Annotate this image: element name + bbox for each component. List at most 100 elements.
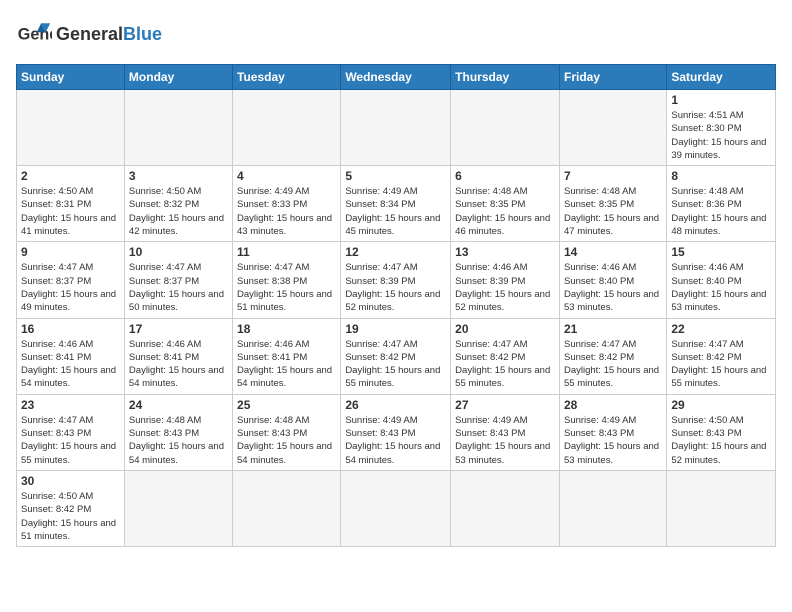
calendar-cell: 4 Sunrise: 4:49 AM Sunset: 8:33 PM Daylig… bbox=[233, 166, 341, 242]
calendar-cell: 16 Sunrise: 4:46 AM Sunset: 8:41 PM Dayli… bbox=[17, 318, 125, 394]
day-info: Sunrise: 4:49 AM Sunset: 8:43 PM Dayligh… bbox=[564, 414, 662, 467]
day-info: Sunrise: 4:46 AM Sunset: 8:41 PM Dayligh… bbox=[237, 338, 336, 391]
day-number: 13 bbox=[455, 245, 555, 259]
calendar-cell: 19 Sunrise: 4:47 AM Sunset: 8:42 PM Dayli… bbox=[341, 318, 451, 394]
day-header-saturday: Saturday bbox=[667, 65, 776, 90]
day-number: 28 bbox=[564, 398, 662, 412]
day-info: Sunrise: 4:48 AM Sunset: 8:36 PM Dayligh… bbox=[671, 185, 771, 238]
day-number: 17 bbox=[129, 322, 228, 336]
day-info: Sunrise: 4:46 AM Sunset: 8:39 PM Dayligh… bbox=[455, 261, 555, 314]
calendar-cell: 10 Sunrise: 4:47 AM Sunset: 8:37 PM Dayli… bbox=[124, 242, 232, 318]
calendar-cell: 29 Sunrise: 4:50 AM Sunset: 8:43 PM Dayli… bbox=[667, 394, 776, 470]
day-number: 27 bbox=[455, 398, 555, 412]
calendar-cell: 3 Sunrise: 4:50 AM Sunset: 8:32 PM Daylig… bbox=[124, 166, 232, 242]
calendar-cell bbox=[124, 90, 232, 166]
day-number: 3 bbox=[129, 169, 228, 183]
calendar-cell: 2 Sunrise: 4:50 AM Sunset: 8:31 PM Daylig… bbox=[17, 166, 125, 242]
day-number: 14 bbox=[564, 245, 662, 259]
day-header-thursday: Thursday bbox=[451, 65, 560, 90]
calendar-cell bbox=[451, 90, 560, 166]
day-info: Sunrise: 4:47 AM Sunset: 8:38 PM Dayligh… bbox=[237, 261, 336, 314]
day-number: 22 bbox=[671, 322, 771, 336]
day-header-row: SundayMondayTuesdayWednesdayThursdayFrid… bbox=[17, 65, 776, 90]
calendar-cell: 9 Sunrise: 4:47 AM Sunset: 8:37 PM Daylig… bbox=[17, 242, 125, 318]
calendar-cell: 12Sunrise: 4:47 AM Sunset: 8:39 PM Dayli… bbox=[341, 242, 451, 318]
calendar: SundayMondayTuesdayWednesdayThursdayFrid… bbox=[16, 64, 776, 547]
calendar-cell: 27 Sunrise: 4:49 AM Sunset: 8:43 PM Dayli… bbox=[451, 394, 560, 470]
day-header-wednesday: Wednesday bbox=[341, 65, 451, 90]
day-number: 29 bbox=[671, 398, 771, 412]
week-row-4: 16 Sunrise: 4:46 AM Sunset: 8:41 PM Dayli… bbox=[17, 318, 776, 394]
day-number: 4 bbox=[237, 169, 336, 183]
calendar-cell bbox=[341, 90, 451, 166]
calendar-cell bbox=[559, 90, 666, 166]
day-header-monday: Monday bbox=[124, 65, 232, 90]
day-number: 23 bbox=[21, 398, 120, 412]
day-number: 20 bbox=[455, 322, 555, 336]
day-info: Sunrise: 4:50 AM Sunset: 8:32 PM Dayligh… bbox=[129, 185, 228, 238]
day-info: Sunrise: 4:48 AM Sunset: 8:35 PM Dayligh… bbox=[455, 185, 555, 238]
calendar-cell bbox=[233, 90, 341, 166]
logo-icon: General bbox=[16, 16, 52, 52]
day-header-sunday: Sunday bbox=[17, 65, 125, 90]
day-number: 24 bbox=[129, 398, 228, 412]
week-row-2: 2 Sunrise: 4:50 AM Sunset: 8:31 PM Daylig… bbox=[17, 166, 776, 242]
calendar-cell: 6 Sunrise: 4:48 AM Sunset: 8:35 PM Daylig… bbox=[451, 166, 560, 242]
day-number: 26 bbox=[345, 398, 446, 412]
calendar-cell: 8 Sunrise: 4:48 AM Sunset: 8:36 PM Daylig… bbox=[667, 166, 776, 242]
day-number: 30 bbox=[21, 474, 120, 488]
calendar-cell: 22 Sunrise: 4:47 AM Sunset: 8:42 PM Dayli… bbox=[667, 318, 776, 394]
day-info: Sunrise: 4:47 AM Sunset: 8:42 PM Dayligh… bbox=[671, 338, 771, 391]
day-info: Sunrise: 4:47 AM Sunset: 8:42 PM Dayligh… bbox=[455, 338, 555, 391]
day-info: Sunrise: 4:47 AM Sunset: 8:37 PM Dayligh… bbox=[21, 261, 120, 314]
logo-text: GeneralBlue bbox=[56, 25, 162, 43]
day-info: Sunrise: 4:47 AM Sunset: 8:42 PM Dayligh… bbox=[345, 338, 446, 391]
calendar-cell: 15 Sunrise: 4:46 AM Sunset: 8:40 PM Dayli… bbox=[667, 242, 776, 318]
calendar-cell: 18Sunrise: 4:46 AM Sunset: 8:41 PM Dayli… bbox=[233, 318, 341, 394]
calendar-cell: 25Sunrise: 4:48 AM Sunset: 8:43 PM Dayli… bbox=[233, 394, 341, 470]
day-info: Sunrise: 4:46 AM Sunset: 8:41 PM Dayligh… bbox=[21, 338, 120, 391]
calendar-cell bbox=[559, 470, 666, 546]
header: General GeneralBlue bbox=[16, 16, 776, 52]
day-info: Sunrise: 4:50 AM Sunset: 8:31 PM Dayligh… bbox=[21, 185, 120, 238]
day-number: 12 bbox=[345, 245, 446, 259]
day-number: 19 bbox=[345, 322, 446, 336]
day-info: Sunrise: 4:49 AM Sunset: 8:43 PM Dayligh… bbox=[455, 414, 555, 467]
day-number: 21 bbox=[564, 322, 662, 336]
day-info: Sunrise: 4:47 AM Sunset: 8:37 PM Dayligh… bbox=[129, 261, 228, 314]
calendar-cell: 26 Sunrise: 4:49 AM Sunset: 8:43 PM Dayli… bbox=[341, 394, 451, 470]
day-info: Sunrise: 4:51 AM Sunset: 8:30 PM Dayligh… bbox=[671, 109, 771, 162]
day-info: Sunrise: 4:49 AM Sunset: 8:33 PM Dayligh… bbox=[237, 185, 336, 238]
day-info: Sunrise: 4:48 AM Sunset: 8:43 PM Dayligh… bbox=[237, 414, 336, 467]
calendar-cell: 14 Sunrise: 4:46 AM Sunset: 8:40 PM Dayli… bbox=[559, 242, 666, 318]
day-header-friday: Friday bbox=[559, 65, 666, 90]
day-info: Sunrise: 4:49 AM Sunset: 8:43 PM Dayligh… bbox=[345, 414, 446, 467]
day-info: Sunrise: 4:50 AM Sunset: 8:42 PM Dayligh… bbox=[21, 490, 120, 543]
calendar-cell: 7Sunrise: 4:48 AM Sunset: 8:35 PM Daylig… bbox=[559, 166, 666, 242]
calendar-cell: 24Sunrise: 4:48 AM Sunset: 8:43 PM Dayli… bbox=[124, 394, 232, 470]
calendar-cell: 1 Sunrise: 4:51 AM Sunset: 8:30 PM Daylig… bbox=[667, 90, 776, 166]
calendar-cell: 21Sunrise: 4:47 AM Sunset: 8:42 PM Dayli… bbox=[559, 318, 666, 394]
day-number: 11 bbox=[237, 245, 336, 259]
calendar-cell: 11 Sunrise: 4:47 AM Sunset: 8:38 PM Dayli… bbox=[233, 242, 341, 318]
logo: General GeneralBlue bbox=[16, 16, 162, 52]
day-number: 15 bbox=[671, 245, 771, 259]
calendar-cell: 20 Sunrise: 4:47 AM Sunset: 8:42 PM Dayli… bbox=[451, 318, 560, 394]
calendar-cell: 28 Sunrise: 4:49 AM Sunset: 8:43 PM Dayli… bbox=[559, 394, 666, 470]
day-number: 8 bbox=[671, 169, 771, 183]
day-number: 16 bbox=[21, 322, 120, 336]
week-row-5: 23 Sunrise: 4:47 AM Sunset: 8:43 PM Dayli… bbox=[17, 394, 776, 470]
day-number: 6 bbox=[455, 169, 555, 183]
day-info: Sunrise: 4:50 AM Sunset: 8:43 PM Dayligh… bbox=[671, 414, 771, 467]
day-info: Sunrise: 4:49 AM Sunset: 8:34 PM Dayligh… bbox=[345, 185, 446, 238]
day-info: Sunrise: 4:47 AM Sunset: 8:43 PM Dayligh… bbox=[21, 414, 120, 467]
day-info: Sunrise: 4:48 AM Sunset: 8:35 PM Dayligh… bbox=[564, 185, 662, 238]
calendar-cell: 23 Sunrise: 4:47 AM Sunset: 8:43 PM Dayli… bbox=[17, 394, 125, 470]
day-info: Sunrise: 4:46 AM Sunset: 8:40 PM Dayligh… bbox=[671, 261, 771, 314]
day-info: Sunrise: 4:46 AM Sunset: 8:40 PM Dayligh… bbox=[564, 261, 662, 314]
day-number: 9 bbox=[21, 245, 120, 259]
day-number: 2 bbox=[21, 169, 120, 183]
day-number: 10 bbox=[129, 245, 228, 259]
calendar-cell bbox=[667, 470, 776, 546]
day-number: 1 bbox=[671, 93, 771, 107]
